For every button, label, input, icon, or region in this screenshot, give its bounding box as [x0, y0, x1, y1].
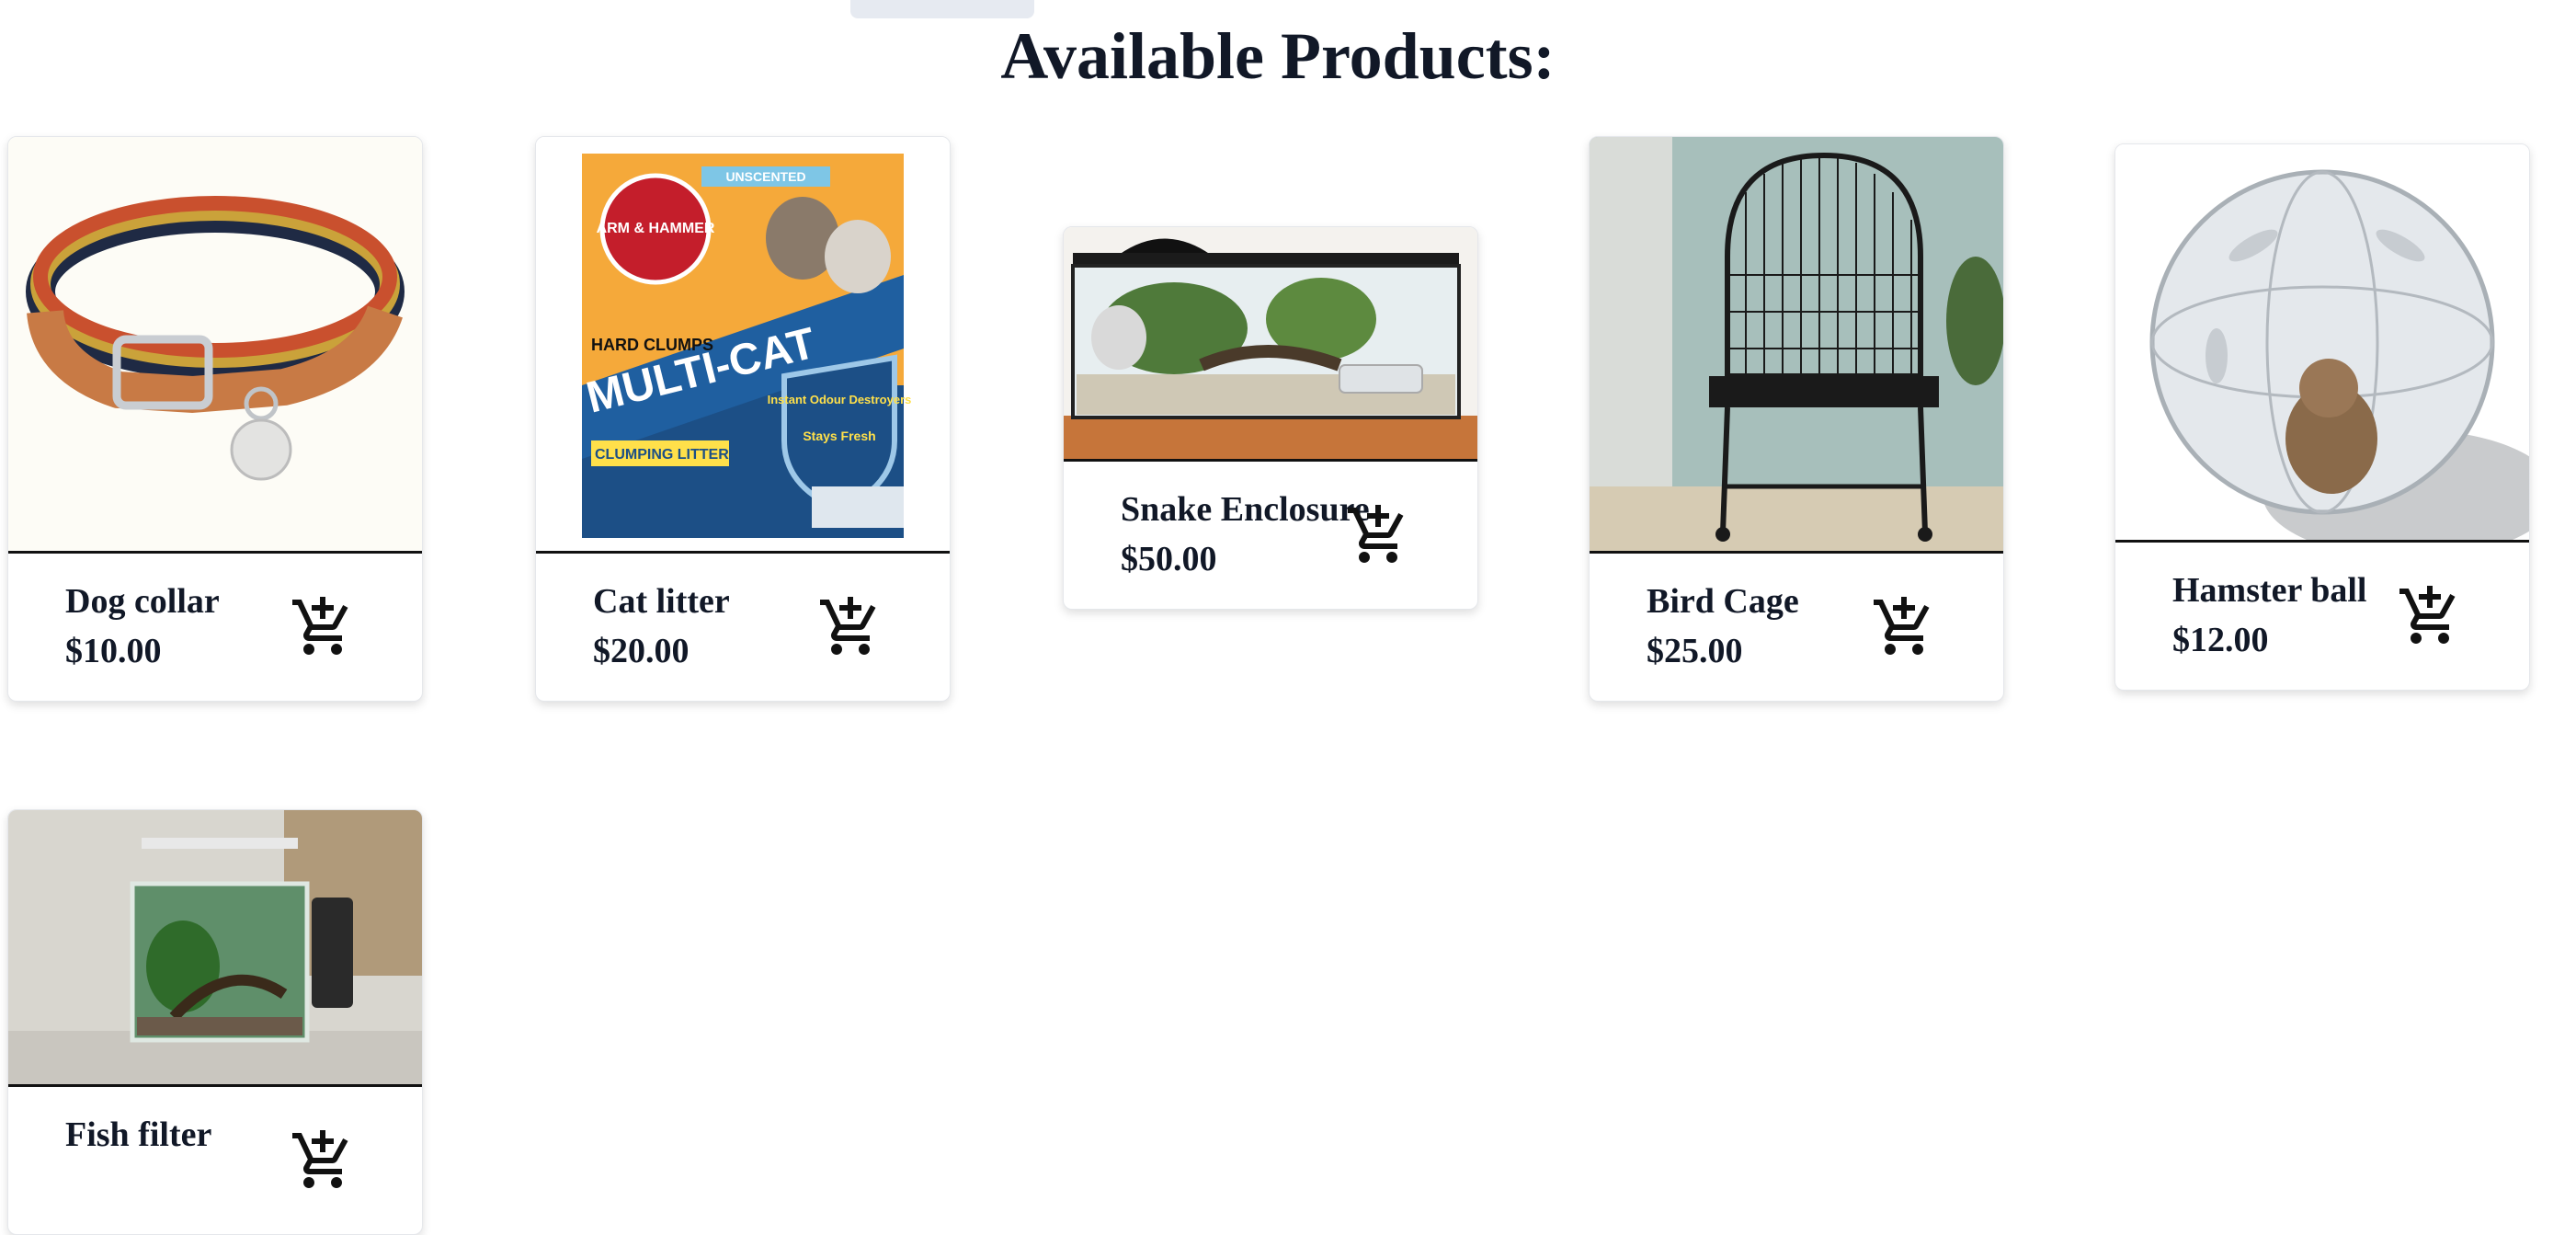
fish-filter-image[interactable] [8, 810, 422, 1087]
bird-cage-image[interactable] [1590, 137, 2003, 554]
product-card-cat-litter: ARM & HAMMER UNSCENTED HARD CLUMPS MULTI… [535, 136, 951, 702]
product-card-snake-enclosure: Snake Enclosure $50.00 [1063, 226, 1478, 610]
add-to-cart-icon[interactable] [1345, 502, 1411, 568]
top-tab[interactable] [850, 0, 1034, 18]
product-price: $20.00 [593, 632, 690, 670]
product-card-dog-collar: Dog collar $10.00 [7, 136, 423, 702]
product-name: Dog collar [65, 582, 220, 621]
product-price: $25.00 [1647, 632, 1743, 670]
product-card-hamster-ball: Hamster ball $12.00 [2114, 143, 2530, 691]
product-price: $12.00 [2172, 621, 2269, 659]
product-name: Fish filter [65, 1115, 212, 1154]
product-name: Cat litter [593, 582, 730, 621]
add-to-cart-icon[interactable] [1871, 594, 1937, 660]
add-to-cart-icon[interactable] [290, 1127, 356, 1194]
svg-text:Instant Odour Destroyers: Instant Odour Destroyers [768, 393, 912, 406]
svg-text:ARM & HAMMER: ARM & HAMMER [597, 221, 715, 236]
add-to-cart-icon[interactable] [817, 594, 883, 660]
product-price: $50.00 [1121, 540, 1217, 578]
svg-text:CLUMPING LITTER: CLUMPING LITTER [595, 447, 729, 463]
product-name: Hamster ball [2172, 571, 2367, 610]
product-name: Bird Cage [1647, 582, 1799, 621]
snake-enclosure-image[interactable] [1064, 227, 1477, 462]
svg-text:UNSCENTED: UNSCENTED [725, 169, 805, 184]
dog-collar-image[interactable] [8, 137, 422, 554]
svg-text:Stays Fresh: Stays Fresh [803, 429, 875, 443]
product-card-bird-cage: Bird Cage $25.00 [1589, 136, 2004, 702]
product-name: Snake Enclosure [1121, 490, 1370, 529]
hamster-ball-image[interactable] [2115, 144, 2529, 543]
add-to-cart-icon[interactable] [2397, 583, 2463, 649]
page-title: Available Products: [1000, 19, 1556, 93]
product-card-fish-filter: Fish filter [7, 809, 423, 1235]
add-to-cart-icon[interactable] [290, 594, 356, 660]
product-price: $10.00 [65, 632, 162, 670]
cat-litter-image[interactable]: ARM & HAMMER UNSCENTED HARD CLUMPS MULTI… [536, 137, 950, 554]
